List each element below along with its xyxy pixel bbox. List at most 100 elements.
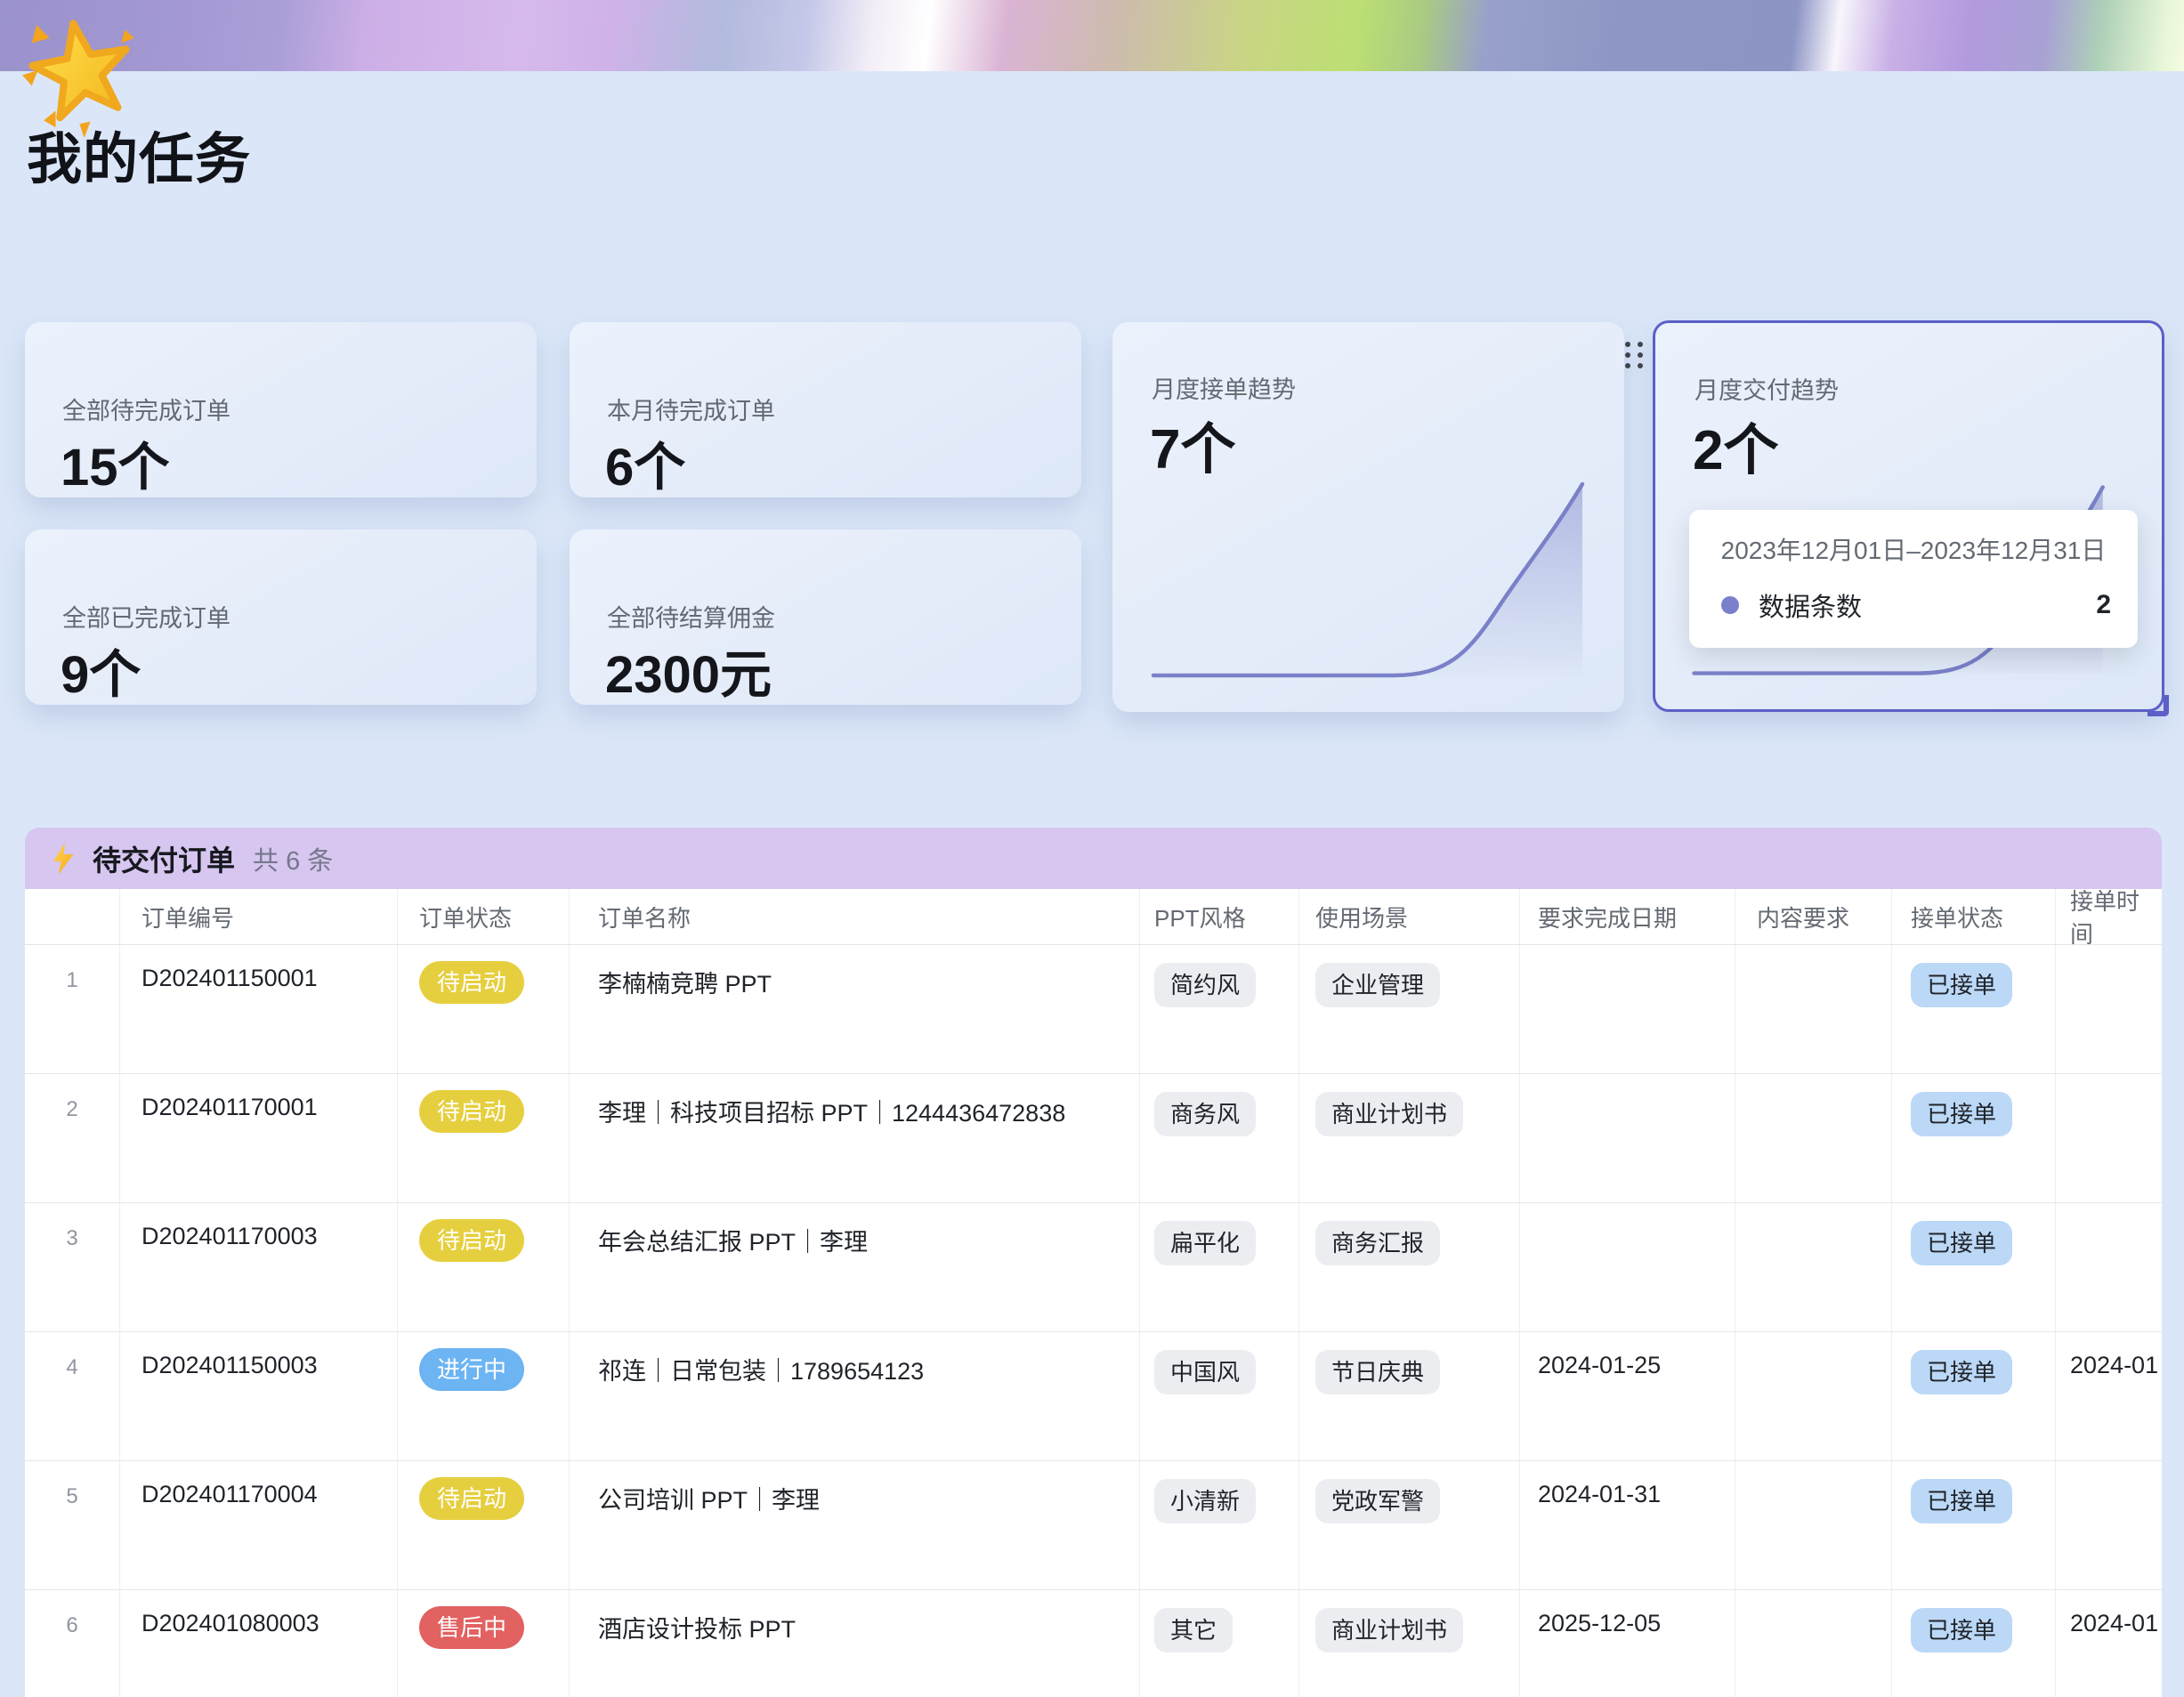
section-title: 待交付订单 (93, 838, 235, 879)
due-date (1520, 1203, 1735, 1331)
order-name: 李理｜科技项目招标 PPT｜1244436472838 (570, 1074, 1140, 1202)
content-req (1735, 945, 1892, 1073)
due-date (1520, 945, 1735, 1073)
chart-tooltip: 2023年12月01日–2023年12月31日 数据条数 2 (1689, 510, 2138, 648)
table-row-6[interactable]: 6 D202401080003 售后中 酒店设计投标 PPT 其它 商业计划书 … (25, 1590, 2162, 1697)
due-date: 2024-01-25 (1520, 1332, 1735, 1460)
dashboard-page: 我的任务 全部待完成订单 15个 本月待完成订单 6个 全部已完成订单 9个 全… (0, 0, 2184, 1697)
section-count: 共 6 条 (253, 840, 333, 877)
style-tag: 其它 (1154, 1608, 1233, 1653)
tooltip-series-label: 数据条数 (1759, 586, 1862, 624)
content-req (1735, 1461, 1892, 1589)
row-index: 2 (25, 1074, 120, 1202)
row-index: 5 (25, 1461, 120, 1589)
order-no: D202401170001 (120, 1074, 398, 1202)
stat-label: 本月待完成订单 (607, 392, 775, 426)
due-date (1520, 1074, 1735, 1202)
accept-time (2056, 1074, 2162, 1202)
col-header-name[interactable]: 订单名称 (570, 889, 1140, 944)
style-tag: 中国风 (1154, 1350, 1256, 1394)
col-header-accept-time[interactable]: 接单时间 (2056, 889, 2162, 944)
accept-badge: 已接单 (1911, 1092, 2012, 1136)
chart-value: 7个 (1150, 404, 1235, 484)
scene-tag: 商业计划书 (1315, 1608, 1463, 1653)
stat-label: 全部待完成订单 (62, 392, 231, 426)
style-tag: 小清新 (1154, 1479, 1256, 1523)
stat-value: 9个 (61, 633, 141, 707)
status-badge: 待启动 (419, 1219, 524, 1262)
content-req (1735, 1332, 1892, 1460)
order-name: 公司培训 PPT｜李理 (570, 1461, 1140, 1589)
order-name: 李楠楠竞聘 PPT (570, 945, 1140, 1073)
table-row-5[interactable]: 5 D202401170004 待启动 公司培训 PPT｜李理 小清新 党政军警… (25, 1461, 2162, 1590)
order-no: D202401150001 (120, 945, 398, 1073)
status-badge: 待启动 (419, 1477, 524, 1520)
chart-label: 月度接单趋势 (1152, 370, 1296, 405)
order-name: 祁连｜日常包装｜1789654123 (570, 1332, 1140, 1460)
content-req (1735, 1074, 1892, 1202)
lightning-icon (50, 842, 77, 876)
col-header-index[interactable] (25, 889, 120, 944)
accept-time (2056, 1203, 2162, 1331)
style-tag: 扁平化 (1154, 1221, 1256, 1265)
content-req (1735, 1203, 1892, 1331)
stat-card-commission: 全部待结算佣金 2300元 (570, 529, 1081, 705)
chart-card-delivery-trend[interactable]: 月度交付趋势 2个 2023年12月01日–2023年12月31日 数据条数 2 (1653, 320, 2164, 712)
accept-time: 2024-01 (2056, 1332, 2162, 1460)
tooltip-series-value: 2 (2096, 590, 2111, 620)
accept-badge: 已接单 (1911, 1479, 2012, 1523)
accept-badge: 已接单 (1911, 963, 2012, 1007)
col-header-due-date[interactable]: 要求完成日期 (1520, 889, 1735, 944)
resize-handle[interactable] (2148, 695, 2169, 716)
table-section-header: 待交付订单 共 6 条 (25, 828, 2162, 889)
col-header-order-no[interactable]: 订单编号 (120, 889, 398, 944)
chart-label: 月度交付趋势 (1695, 371, 1839, 406)
order-no: D202401080003 (120, 1590, 398, 1697)
status-badge: 待启动 (419, 1090, 524, 1133)
col-header-accept-status[interactable]: 接单状态 (1892, 889, 2056, 944)
chart-card-order-trend[interactable]: 月度接单趋势 7个 (1112, 322, 1624, 712)
page-title: 我的任务 (27, 114, 251, 194)
table-row-2[interactable]: 2 D202401170001 待启动 李理｜科技项目招标 PPT｜124443… (25, 1074, 2162, 1203)
banner-gradient (0, 0, 2184, 71)
drag-handle-icon[interactable] (1625, 342, 1645, 372)
col-header-scene[interactable]: 使用场景 (1299, 889, 1520, 944)
due-date: 2025-12-05 (1520, 1590, 1735, 1697)
stat-value: 2300元 (605, 633, 772, 707)
accept-badge: 已接单 (1911, 1350, 2012, 1394)
col-header-content-req[interactable]: 内容要求 (1735, 889, 1892, 944)
status-badge: 进行中 (419, 1348, 524, 1391)
accept-time: 2024-01 (2056, 1590, 2162, 1697)
style-tag: 简约风 (1154, 963, 1256, 1007)
accept-badge: 已接单 (1911, 1608, 2012, 1653)
scene-tag: 节日庆典 (1315, 1350, 1440, 1394)
table-row-4[interactable]: 4 D202401150003 进行中 祁连｜日常包装｜1789654123 中… (25, 1332, 2162, 1461)
row-index: 1 (25, 945, 120, 1073)
stat-card-all-done: 全部已完成订单 9个 (25, 529, 537, 705)
row-index: 4 (25, 1332, 120, 1460)
accept-time (2056, 1461, 2162, 1589)
accept-badge: 已接单 (1911, 1221, 2012, 1265)
scene-tag: 商业计划书 (1315, 1092, 1463, 1136)
order-name: 年会总结汇报 PPT｜李理 (570, 1203, 1140, 1331)
stat-card-month-pending: 本月待完成订单 6个 (570, 322, 1081, 497)
order-no: D202401150003 (120, 1332, 398, 1460)
content-req (1735, 1590, 1892, 1697)
stat-value: 15个 (61, 425, 170, 500)
accept-time (2056, 945, 2162, 1073)
col-header-status[interactable]: 订单状态 (398, 889, 570, 944)
order-no: D202401170003 (120, 1203, 398, 1331)
status-badge: 待启动 (419, 961, 524, 1004)
scene-tag: 党政军警 (1315, 1479, 1440, 1523)
stat-card-all-pending: 全部待完成订单 15个 (25, 322, 537, 497)
stat-label: 全部待结算佣金 (607, 599, 775, 634)
row-index: 3 (25, 1203, 120, 1331)
pending-delivery-table: 待交付订单 共 6 条 订单编号 订单状态 订单名称 PPT风格 使用场景 要求… (25, 828, 2162, 1697)
col-header-style[interactable]: PPT风格 (1140, 889, 1299, 944)
due-date: 2024-01-31 (1520, 1461, 1735, 1589)
row-index: 6 (25, 1590, 120, 1697)
chart-value: 2个 (1693, 405, 1778, 485)
table-row-3[interactable]: 3 D202401170003 待启动 年会总结汇报 PPT｜李理 扁平化 商务… (25, 1203, 2162, 1332)
table-row-1[interactable]: 1 D202401150001 待启动 李楠楠竞聘 PPT 简约风 企业管理 已… (25, 945, 2162, 1074)
series-dot-icon (1721, 596, 1739, 614)
